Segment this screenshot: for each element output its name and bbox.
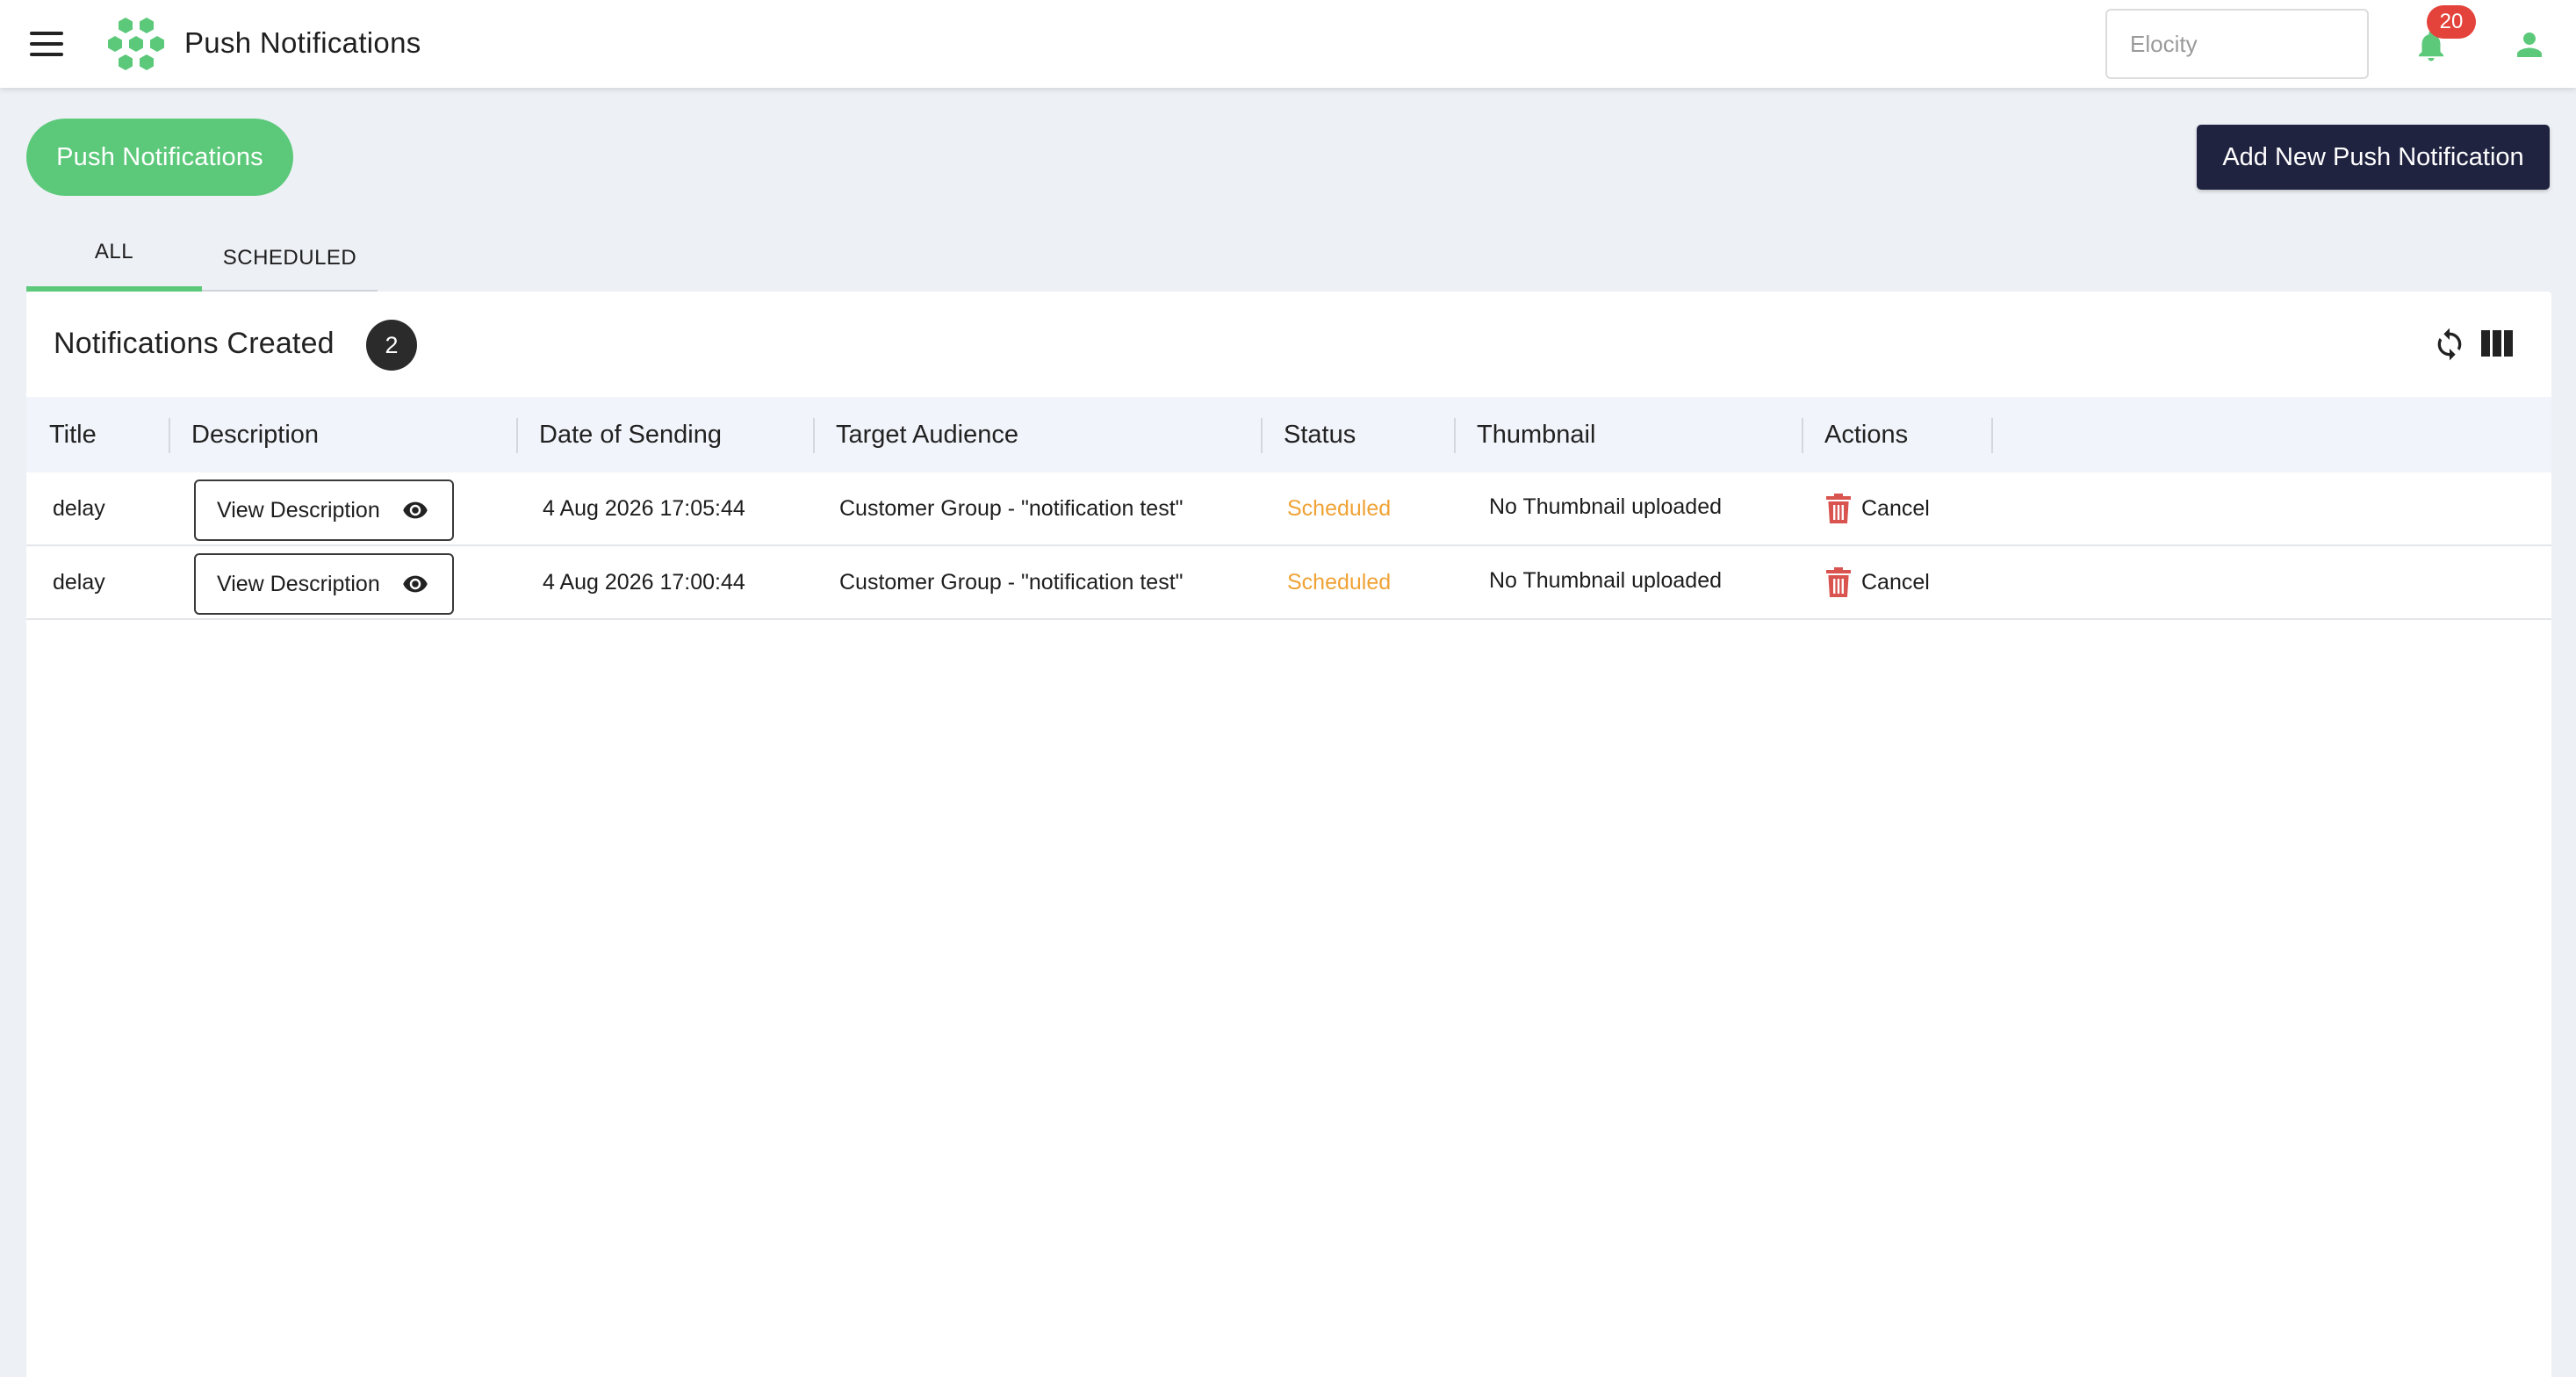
status-badge: Scheduled xyxy=(1287,495,1392,521)
tab-bar: ALL SCHEDULED xyxy=(26,225,378,292)
cell-target-audience: Customer Group - "notification test" xyxy=(839,569,1184,595)
column-divider xyxy=(1991,418,1993,453)
cell-date-of-sending: 4 Aug 2026 17:00:44 xyxy=(543,569,745,595)
eye-icon xyxy=(403,501,428,519)
add-new-push-notification-button[interactable]: Add New Push Notification xyxy=(2197,125,2550,190)
notification-count-badge: 20 xyxy=(2427,5,2476,39)
notifications-card: Notifications Created 2 Title Descriptio… xyxy=(26,292,2551,1377)
tab-all-label: ALL xyxy=(94,240,134,263)
tab-scheduled[interactable]: SCHEDULED xyxy=(202,225,378,292)
column-divider xyxy=(516,418,518,453)
cell-title: delay xyxy=(53,495,105,521)
view-description-button[interactable]: View Description xyxy=(194,553,454,615)
column-divider xyxy=(169,418,170,453)
page-title-pill: Push Notifications xyxy=(26,119,293,196)
tab-scheduled-label: SCHEDULED xyxy=(222,246,357,270)
trash-icon xyxy=(1826,494,1851,523)
eye-icon xyxy=(403,575,428,593)
columns-icon[interactable] xyxy=(2481,330,2513,357)
cancel-button[interactable]: Cancel xyxy=(1826,472,1930,544)
view-description-label: View Description xyxy=(217,497,380,523)
card-title: Notifications Created xyxy=(54,327,335,360)
organization-selector-input[interactable] xyxy=(2105,9,2369,79)
column-divider xyxy=(1454,418,1456,453)
table-header: Title Description Date of Sending Target… xyxy=(26,397,2551,472)
menu-icon[interactable] xyxy=(30,32,63,56)
cancel-label: Cancel xyxy=(1861,569,1930,595)
column-divider xyxy=(1261,418,1263,453)
app-title: Push Notifications xyxy=(184,26,421,59)
column-divider xyxy=(1802,418,1803,453)
column-header-status[interactable]: Status xyxy=(1284,397,1356,472)
cell-thumbnail: No Thumbnail uploaded xyxy=(1489,494,1723,519)
column-header-target-audience[interactable]: Target Audience xyxy=(836,397,1018,472)
table-row: delay View Description 4 Aug 2026 17:00:… xyxy=(26,546,2551,620)
status-badge: Scheduled xyxy=(1287,569,1392,595)
cell-target-audience: Customer Group - "notification test" xyxy=(839,495,1184,521)
hexagon-logo xyxy=(108,18,164,70)
column-header-date-of-sending[interactable]: Date of Sending xyxy=(539,397,722,472)
refresh-icon[interactable] xyxy=(2432,325,2467,364)
cell-date-of-sending: 4 Aug 2026 17:05:44 xyxy=(543,495,745,521)
view-description-label: View Description xyxy=(217,571,380,596)
column-header-actions[interactable]: Actions xyxy=(1824,397,1908,472)
tab-all[interactable]: ALL xyxy=(26,225,202,292)
cell-title: delay xyxy=(53,569,105,595)
column-divider xyxy=(813,418,815,453)
table-row: delay View Description 4 Aug 2026 17:05:… xyxy=(26,472,2551,546)
cancel-button[interactable]: Cancel xyxy=(1826,546,1930,618)
notifications-count-badge: 2 xyxy=(366,320,417,371)
view-description-button[interactable]: View Description xyxy=(194,479,454,541)
user-icon[interactable] xyxy=(2509,26,2550,63)
trash-icon xyxy=(1826,567,1851,597)
cell-thumbnail: No Thumbnail uploaded xyxy=(1489,567,1723,593)
top-app-bar: Push Notifications 20 xyxy=(0,0,2576,88)
column-header-title[interactable]: Title xyxy=(49,397,97,472)
cancel-label: Cancel xyxy=(1861,495,1930,521)
column-header-thumbnail[interactable]: Thumbnail xyxy=(1477,397,1595,472)
column-header-description[interactable]: Description xyxy=(191,397,319,472)
